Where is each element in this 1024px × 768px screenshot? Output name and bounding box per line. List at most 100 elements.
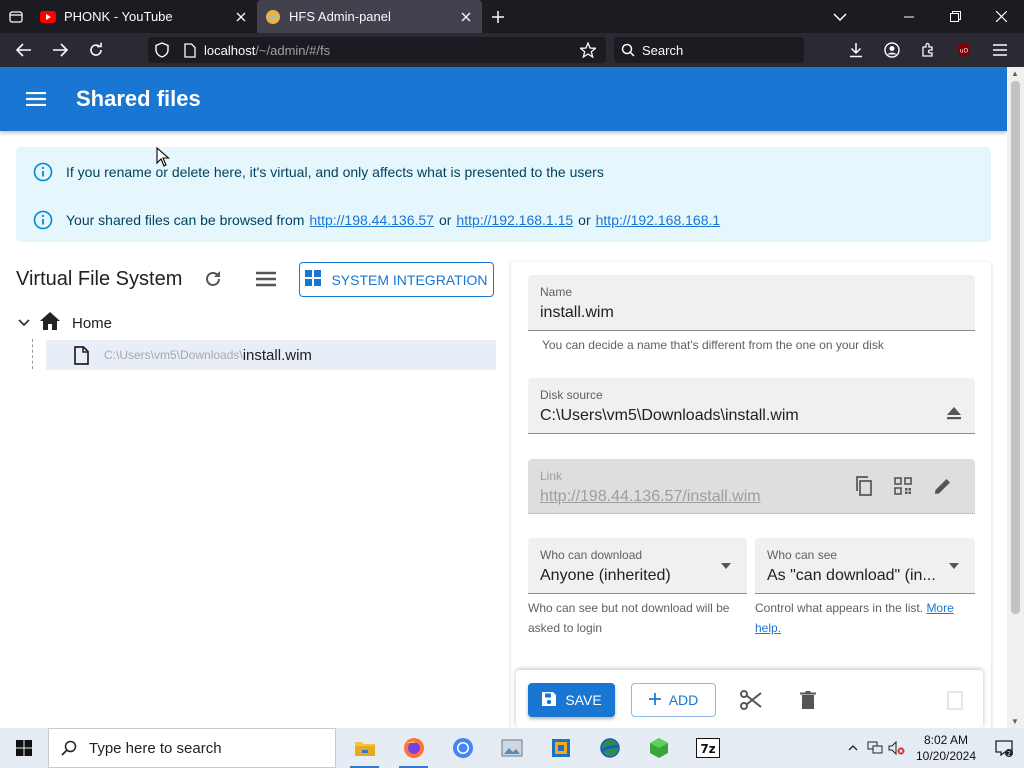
app-header: Shared files — [0, 67, 1007, 131]
minimize-window-button[interactable] — [886, 0, 932, 33]
scroll-up-arrow-icon[interactable]: ▲ — [1011, 69, 1019, 78]
who-can-download-value[interactable]: Anyone (inherited) — [540, 567, 671, 585]
tab-overview-button[interactable] — [0, 0, 32, 33]
image-viewer-icon[interactable] — [487, 728, 536, 768]
bookmark-star-icon[interactable] — [574, 42, 602, 58]
url-link-2[interactable]: http://192.168.1.15 — [456, 212, 573, 228]
who-can-see-help-text: Control what appears in the list. — [755, 601, 924, 615]
hamburger-menu-icon[interactable] — [982, 33, 1018, 67]
qr-code-icon[interactable] — [890, 473, 916, 499]
url-link-1[interactable]: http://198.44.136.57 — [309, 212, 434, 228]
notification-center-icon[interactable]: 2 — [984, 728, 1024, 768]
delete-trash-icon[interactable] — [794, 686, 822, 714]
who-can-download-label: Who can download — [540, 548, 643, 562]
name-label: Name — [540, 285, 573, 299]
rename-notice-row: If you rename or delete here, it's virtu… — [32, 161, 604, 183]
page-scrollbar[interactable]: ▲ ▼ — [1007, 67, 1024, 728]
list-tabs-chevron-icon[interactable] — [824, 0, 856, 33]
edit-pencil-icon[interactable] — [930, 473, 956, 499]
tab-title: PHONK - YouTube — [64, 9, 173, 24]
system-integration-label: SYSTEM INTEGRATION — [331, 271, 488, 288]
tree-root-home[interactable]: Home — [16, 312, 112, 334]
page-icon[interactable] — [176, 42, 204, 58]
restore-window-button[interactable] — [932, 0, 978, 33]
file-icon — [74, 345, 94, 365]
speaker-muted-icon[interactable] — [886, 728, 908, 768]
browse-urls-row: Your shared files can be browsed from ht… — [32, 209, 720, 231]
virtualbox-icon[interactable] — [536, 728, 585, 768]
or-separator: or — [578, 212, 591, 228]
reload-icon[interactable] — [78, 33, 114, 67]
new-tab-button[interactable] — [482, 0, 514, 33]
cut-scissors-icon[interactable] — [737, 686, 765, 714]
taskbar-search-field[interactable]: Type here to search — [48, 728, 336, 768]
scroll-down-arrow-icon[interactable]: ▼ — [1011, 717, 1019, 726]
name-input[interactable]: install.wim — [540, 304, 614, 322]
link-value: http://198.44.136.57/install.wim — [540, 488, 761, 505]
link-label: Link — [540, 469, 563, 483]
page-title: Shared files — [76, 86, 201, 111]
url-bar[interactable]: localhost/~/admin/#/fs — [148, 37, 606, 63]
menu-icon[interactable] — [0, 67, 72, 131]
forward-arrow-icon[interactable] — [42, 33, 78, 67]
home-icon — [40, 312, 62, 334]
close-tab-icon[interactable] — [233, 9, 249, 25]
who-can-download-help: Who can see but not download will be ask… — [528, 601, 730, 635]
back-arrow-icon[interactable] — [6, 33, 42, 67]
disk-source-input[interactable]: C:\Users\vm5\Downloads\install.wim — [540, 407, 799, 425]
add-button[interactable]: ADD — [631, 683, 716, 717]
vfs-title: Virtual File System — [16, 268, 183, 290]
hfs-icon — [265, 9, 281, 25]
url-link-3[interactable]: http://192.168.168.1 — [596, 212, 721, 228]
account-icon[interactable] — [874, 33, 910, 67]
who-can-see-value[interactable]: As "can download" (in... — [767, 567, 936, 585]
taskbar-clock[interactable]: 8:02 AM 10/20/2024 — [908, 732, 984, 764]
copy-icon[interactable] — [851, 473, 877, 499]
refresh-icon[interactable] — [200, 266, 226, 292]
chevron-down-icon[interactable] — [16, 319, 32, 327]
hexagon-app-icon[interactable] — [634, 728, 683, 768]
youtube-icon — [40, 9, 56, 25]
tree-guide-line — [32, 339, 33, 369]
close-tab-icon[interactable] — [458, 9, 474, 25]
ublock-icon[interactable]: uO — [946, 33, 982, 67]
dropdown-arrow-icon[interactable] — [713, 553, 739, 579]
chrome-icon[interactable] — [438, 728, 487, 768]
extensions-icon[interactable] — [910, 33, 946, 67]
list-view-icon[interactable] — [252, 266, 280, 292]
search-icon — [49, 740, 89, 756]
or-separator: or — [438, 212, 452, 228]
save-button[interactable]: SAVE — [528, 683, 615, 717]
eject-icon[interactable] — [941, 400, 967, 426]
chevron-up-icon[interactable] — [842, 728, 864, 768]
browse-prefix: Your shared files can be browsed from — [66, 212, 305, 228]
dropdown-arrow-icon[interactable] — [941, 553, 967, 579]
name-field[interactable]: Name install.wim — [528, 275, 975, 331]
who-can-see-select[interactable]: Who can see As "can download" (in... — [755, 538, 975, 594]
earth-globe-icon[interactable] — [585, 728, 634, 768]
add-label: ADD — [668, 692, 699, 708]
save-floppy-icon — [541, 691, 557, 710]
7zip-icon[interactable]: 7z — [683, 728, 732, 768]
scrollbar-thumb[interactable] — [1011, 81, 1020, 614]
who-can-download-select[interactable]: Who can download Anyone (inherited) — [528, 538, 747, 594]
download-icon[interactable] — [838, 33, 874, 67]
tab-youtube[interactable]: PHONK - YouTube — [32, 0, 257, 33]
windows-taskbar: Type here to search 7z 8:02 AM 10/20/202… — [0, 728, 1024, 768]
browser-search-field[interactable]: Search — [614, 37, 804, 63]
tab-hfs-admin[interactable]: HFS Admin-panel — [257, 0, 482, 33]
search-placeholder: Search — [642, 42, 684, 58]
file-explorer-icon[interactable] — [340, 728, 389, 768]
system-integration-button[interactable]: SYSTEM INTEGRATION — [299, 262, 494, 297]
close-window-button[interactable] — [978, 0, 1024, 33]
shield-icon[interactable] — [148, 42, 176, 58]
tree-item-file[interactable]: C:\Users\vm5\Downloads\ install.wim — [46, 340, 496, 370]
disk-source-field[interactable]: Disk source C:\Users\vm5\Downloads\insta… — [528, 378, 975, 434]
taskbar-search-placeholder: Type here to search — [89, 739, 222, 757]
firefox-icon[interactable] — [389, 728, 438, 768]
url-text[interactable]: localhost/~/admin/#/fs — [204, 43, 574, 58]
tab-title: HFS Admin-panel — [289, 9, 391, 24]
network-icon[interactable] — [864, 728, 886, 768]
start-windows-icon[interactable] — [0, 728, 48, 768]
who-can-see-help: Control what appears in the list. More h… — [755, 598, 970, 638]
